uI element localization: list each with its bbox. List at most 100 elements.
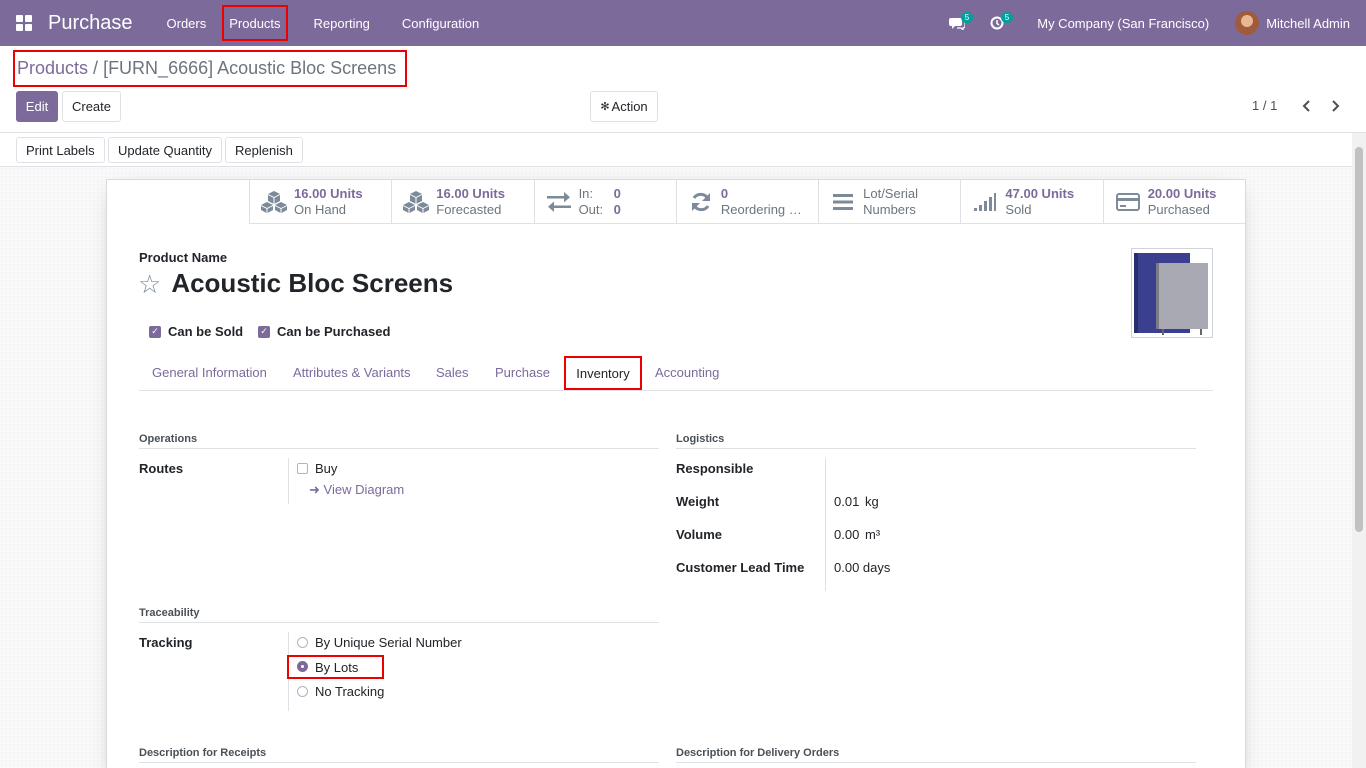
credit-card-icon xyxy=(1114,188,1142,216)
volume-unit: m³ xyxy=(864,527,881,542)
menu-configuration[interactable]: Configuration xyxy=(386,0,495,46)
print-labels-button[interactable]: Print Labels xyxy=(16,137,105,163)
breadcrumb: Products / [FURN_6666] Acoustic Bloc Scr… xyxy=(13,50,407,87)
arrow-right-icon: ➜ xyxy=(309,482,320,497)
tab-inventory[interactable]: Inventory xyxy=(564,356,642,390)
volume-label: Volume xyxy=(676,527,722,542)
view-diagram-link[interactable]: ➜ View Diagram xyxy=(309,482,404,498)
purchased-button[interactable]: 20.00 Units Purchased xyxy=(1102,180,1245,224)
menu-products[interactable]: Products xyxy=(222,5,288,41)
responsible-label: Responsible xyxy=(676,461,754,476)
can-be-sold-checkbox[interactable]: ✓ xyxy=(149,325,161,338)
traceability-title: Traceability xyxy=(139,607,659,623)
tab-attributes-variants[interactable]: Attributes & Variants xyxy=(293,365,411,380)
smart-buttons: 16.00 Units On Hand 16.00 Units Forecasted… xyxy=(249,180,1245,224)
activity-badge: 5 xyxy=(1000,12,1014,23)
route-buy-label: Buy xyxy=(315,461,338,476)
can-be-purchased-label: Can be Purchased xyxy=(277,324,391,339)
cubes-icon xyxy=(402,188,430,216)
menu-orders[interactable]: Orders xyxy=(151,0,223,46)
tracking-lots-label: By Lots xyxy=(315,660,359,675)
company-switcher[interactable]: My Company (San Francisco) xyxy=(1037,16,1209,31)
signal-icon xyxy=(971,188,999,216)
can-be-sold-label: Can be Sold xyxy=(168,324,244,339)
pager-value[interactable]: 1 / 1 xyxy=(1252,98,1277,113)
top-navbar: Purchase Orders Products Reporting Confi… xyxy=(0,0,1366,46)
sold-value: 47.00 Units xyxy=(1005,186,1075,201)
star-icon[interactable]: ☆ xyxy=(138,271,161,297)
weight-label: Weight xyxy=(676,494,720,509)
bars-icon xyxy=(829,188,857,216)
reordering-button[interactable]: 0 Reordering … xyxy=(675,180,818,224)
cubes-icon xyxy=(260,188,288,216)
activity-icon[interactable]: 5 xyxy=(977,0,1017,46)
forecasted-label: Forecasted xyxy=(436,202,502,217)
lot-serial-line2: Numbers xyxy=(863,202,916,217)
menu-reporting[interactable]: Reporting xyxy=(298,0,386,46)
routes-label: Routes xyxy=(139,461,184,476)
messages-icon[interactable]: 5 xyxy=(937,0,977,46)
out-value: 0 xyxy=(613,202,621,217)
in-value: 0 xyxy=(613,186,621,201)
operations-title: Operations xyxy=(139,433,659,449)
breadcrumb-current: [FURN_6666] Acoustic Bloc Screens xyxy=(103,58,397,78)
scrollbar[interactable] xyxy=(1352,133,1366,768)
tracking-serial-label: By Unique Serial Number xyxy=(315,635,462,650)
product-image[interactable] xyxy=(1131,248,1213,338)
tab-sales[interactable]: Sales xyxy=(436,365,469,380)
avatar xyxy=(1235,11,1260,35)
user-menu[interactable]: Mitchell Admin xyxy=(1235,11,1350,35)
logistics-title: Logistics xyxy=(676,433,1196,449)
exchange-icon xyxy=(545,188,573,216)
tab-accounting[interactable]: Accounting xyxy=(655,365,719,380)
create-button[interactable]: Create xyxy=(62,91,121,122)
forecasted-button[interactable]: 16.00 Units Forecasted xyxy=(391,180,533,224)
app-name[interactable]: Purchase xyxy=(48,12,133,35)
action-button[interactable]: ✻ Action xyxy=(590,91,658,122)
can-be-purchased-checkbox[interactable]: ✓ xyxy=(258,325,270,338)
routes-divider xyxy=(288,458,289,504)
apps-menu-icon[interactable] xyxy=(0,0,48,46)
action-label: Action xyxy=(611,99,648,114)
update-quantity-button[interactable]: Update Quantity xyxy=(108,137,222,163)
tab-general-information[interactable]: General Information xyxy=(152,365,267,380)
pager-next-icon[interactable] xyxy=(1327,96,1343,116)
tracking-none-radio[interactable] xyxy=(297,686,308,697)
customer-lead-time-label: Customer Lead Time xyxy=(676,560,805,575)
in-label: In: xyxy=(578,186,594,201)
replenish-button[interactable]: Replenish xyxy=(225,137,303,163)
tab-purchase[interactable]: Purchase xyxy=(495,365,550,380)
tracking-serial-radio[interactable] xyxy=(297,637,308,648)
sold-button[interactable]: 47.00 Units Sold xyxy=(960,180,1102,224)
in-out-button[interactable]: In: 0 Out: 0 xyxy=(533,180,676,224)
tracking-lots-radio[interactable] xyxy=(297,661,308,672)
lot-serial-line1: Lot/Serial xyxy=(863,186,919,201)
purchased-label: Purchased xyxy=(1147,202,1210,217)
description-receipts-title: Description for Receipts xyxy=(139,747,659,763)
route-buy-checkbox[interactable] xyxy=(297,463,308,474)
user-name: Mitchell Admin xyxy=(1266,15,1350,31)
statusbar: Print Labels Update Quantity Replenish xyxy=(0,132,1366,167)
tracking-none-label: No Tracking xyxy=(315,684,385,699)
form-sheet: 16.00 Units On Hand 16.00 Units Forecasted… xyxy=(106,179,1246,768)
logistics-divider xyxy=(825,458,826,591)
forecasted-value: 16.00 Units xyxy=(436,186,505,201)
customer-lead-time-value[interactable]: 0.00 days xyxy=(834,560,890,575)
volume-value: 0.00 xyxy=(834,527,860,542)
scrollbar-thumb[interactable] xyxy=(1355,147,1363,532)
purchased-value: 20.00 Units xyxy=(1147,186,1217,201)
edit-button[interactable]: Edit xyxy=(16,91,58,122)
on-hand-button[interactable]: 16.00 Units On Hand xyxy=(249,180,391,224)
breadcrumb-separator: / xyxy=(93,58,99,78)
gear-icon: ✻ xyxy=(600,101,610,113)
volume-field[interactable]: 0.00 m³ xyxy=(834,527,880,542)
product-name-label: Product Name xyxy=(139,250,228,265)
out-label: Out: xyxy=(578,202,604,217)
lot-serial-button[interactable]: Lot/Serial Numbers xyxy=(818,180,960,224)
weight-field[interactable]: 0.01 kg xyxy=(834,494,879,509)
pager-previous-icon[interactable] xyxy=(1299,96,1315,116)
tracking-label: Tracking xyxy=(139,635,193,650)
refresh-icon xyxy=(687,188,715,216)
breadcrumb-products[interactable]: Products xyxy=(17,58,88,79)
product-name-field[interactable]: Acoustic Bloc Screens xyxy=(171,268,453,299)
